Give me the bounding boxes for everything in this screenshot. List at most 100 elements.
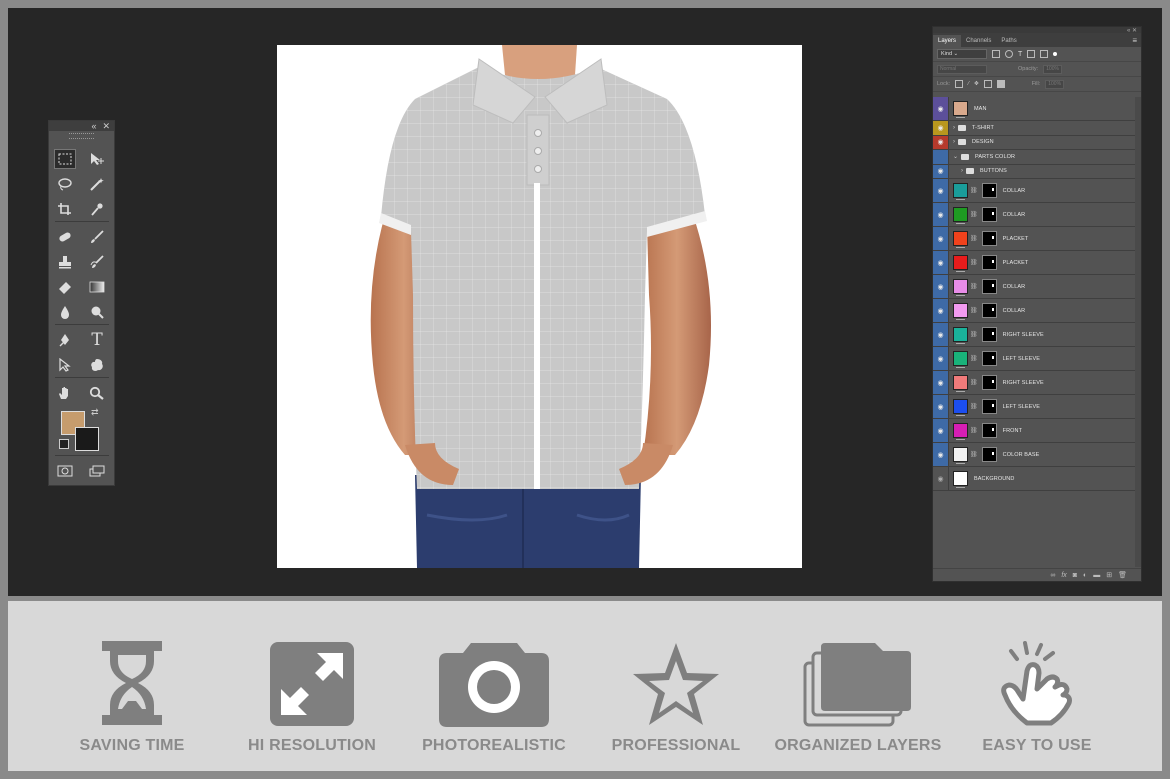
fill-input[interactable]: 100% bbox=[1045, 79, 1065, 89]
lock-transparent-icon[interactable] bbox=[955, 80, 964, 88]
layer-row[interactable]: ◉ ⛓ COLOR BASE bbox=[933, 443, 1137, 467]
visibility-eye-icon[interactable]: ◉ bbox=[933, 121, 949, 135]
mask-link-icon[interactable]: ⛓ bbox=[970, 427, 978, 434]
move-icon[interactable] bbox=[86, 149, 108, 169]
mask-link-icon[interactable]: ⛓ bbox=[970, 283, 978, 290]
kind-filter-select[interactable]: Kind ⌄ bbox=[937, 49, 987, 59]
layer-mask-thumbnail[interactable] bbox=[981, 207, 997, 222]
layer-row[interactable]: ◉ ⛓ LEFT SLEEVE bbox=[933, 347, 1137, 371]
mask-link-icon[interactable]: ⛓ bbox=[970, 403, 978, 410]
layer-row[interactable]: ◉ ⛓ COLLAR bbox=[933, 275, 1137, 299]
screen-mode-icon[interactable] bbox=[86, 461, 108, 481]
pen-icon[interactable] bbox=[54, 330, 76, 350]
lasso-icon[interactable] bbox=[54, 174, 76, 194]
document-canvas[interactable] bbox=[277, 45, 802, 568]
layer-mask-thumbnail[interactable] bbox=[981, 375, 997, 390]
visibility-eye-icon[interactable]: ◉ bbox=[933, 179, 949, 202]
layer-row[interactable]: ◉ BACKGROUND bbox=[933, 467, 1137, 491]
mask-link-icon[interactable]: ⛓ bbox=[970, 451, 978, 458]
visibility-eye-icon[interactable]: ◉ bbox=[933, 97, 949, 120]
layer-row[interactable]: ◉ ⛓ COLLAR bbox=[933, 203, 1137, 227]
blend-mode-select[interactable]: Normal bbox=[937, 64, 987, 74]
healing-brush-icon[interactable] bbox=[54, 227, 76, 247]
layer-row[interactable]: ◉ ⛓ FRONT bbox=[933, 419, 1137, 443]
layer-row[interactable]: ⌄ PARTS COLOR bbox=[933, 150, 1137, 165]
layer-row[interactable]: ◉ ⛓ RIGHT SLEEVE bbox=[933, 323, 1137, 347]
visibility-eye-icon[interactable]: ◉ bbox=[933, 299, 949, 322]
expand-closed-icon[interactable]: › bbox=[953, 139, 955, 145]
crop-icon[interactable] bbox=[54, 199, 76, 219]
gradient-icon[interactable] bbox=[86, 277, 108, 297]
filter-shape-icon[interactable] bbox=[1027, 50, 1036, 58]
layer-mask-thumbnail[interactable] bbox=[981, 351, 997, 366]
filter-type-icon[interactable]: T bbox=[1018, 51, 1022, 58]
layer-style-icon[interactable]: fx bbox=[1061, 572, 1066, 579]
layer-mask-thumbnail[interactable] bbox=[981, 399, 997, 414]
visibility-eye-icon[interactable]: ◉ bbox=[933, 371, 949, 394]
layer-mask-thumbnail[interactable] bbox=[981, 447, 997, 462]
mask-link-icon[interactable]: ⛓ bbox=[970, 307, 978, 314]
filter-smart-object-icon[interactable] bbox=[1040, 50, 1049, 58]
link-layers-icon[interactable]: ∞ bbox=[1050, 572, 1055, 579]
visibility-eye-icon[interactable] bbox=[933, 150, 949, 164]
filter-adjustment-icon[interactable] bbox=[1005, 50, 1013, 58]
collapse-icon[interactable]: « bbox=[91, 121, 96, 131]
expand-closed-icon[interactable]: › bbox=[961, 168, 963, 174]
clone-stamp-icon[interactable] bbox=[54, 252, 76, 272]
visibility-eye-icon[interactable]: ◉ bbox=[933, 251, 949, 274]
custom-shape-icon[interactable] bbox=[86, 355, 108, 375]
layer-mask-thumbnail[interactable] bbox=[981, 327, 997, 342]
layer-mask-thumbnail[interactable] bbox=[981, 279, 997, 294]
mask-link-icon[interactable]: ⛓ bbox=[970, 259, 978, 266]
visibility-eye-icon[interactable]: ◉ bbox=[933, 347, 949, 370]
visibility-eye-icon[interactable]: ◉ bbox=[933, 395, 949, 418]
mask-link-icon[interactable]: ⛓ bbox=[970, 355, 978, 362]
quick-mask-icon[interactable] bbox=[54, 461, 76, 481]
type-icon[interactable]: T bbox=[86, 330, 108, 350]
background-color-swatch[interactable] bbox=[75, 427, 99, 451]
visibility-eye-icon[interactable]: ◉ bbox=[933, 467, 949, 490]
eraser-icon[interactable] bbox=[54, 277, 76, 297]
opacity-input[interactable]: 100% bbox=[1043, 64, 1062, 74]
layer-row[interactable]: ◉ MAN bbox=[933, 97, 1137, 121]
visibility-eye-icon[interactable]: ◉ bbox=[933, 419, 949, 442]
mask-link-icon[interactable]: ⛓ bbox=[970, 187, 978, 194]
blur-icon[interactable] bbox=[54, 302, 76, 322]
expand-closed-icon[interactable]: › bbox=[953, 125, 955, 131]
layer-row[interactable]: ◉ ⛓ RIGHT SLEEVE bbox=[933, 371, 1137, 395]
dodge-icon[interactable] bbox=[86, 302, 108, 322]
rectangular-marquee-icon[interactable] bbox=[54, 149, 76, 169]
expand-open-icon[interactable]: ⌄ bbox=[953, 153, 958, 160]
filter-pixel-icon[interactable] bbox=[992, 50, 1000, 58]
lock-image-icon[interactable]: ⁄ bbox=[968, 81, 969, 87]
new-layer-icon[interactable]: ⊞ bbox=[1106, 571, 1112, 579]
visibility-eye-icon[interactable]: ◉ bbox=[933, 227, 949, 250]
add-mask-icon[interactable]: ◙ bbox=[1073, 572, 1077, 579]
layer-row[interactable]: ◉ ⛓ LEFT SLEEVE bbox=[933, 395, 1137, 419]
layer-mask-thumbnail[interactable] bbox=[981, 183, 997, 198]
visibility-eye-icon[interactable]: ◉ bbox=[933, 275, 949, 298]
lock-artboard-icon[interactable] bbox=[983, 80, 992, 88]
history-brush-icon[interactable] bbox=[86, 252, 108, 272]
brush-icon[interactable] bbox=[86, 227, 108, 247]
filter-toggle-icon[interactable] bbox=[1053, 52, 1058, 56]
layer-mask-thumbnail[interactable] bbox=[981, 231, 997, 246]
layer-row[interactable]: ◉ ⛓ COLLAR bbox=[933, 299, 1137, 323]
layer-row[interactable]: ◉ › DESIGN bbox=[933, 135, 1137, 150]
layers-scrollbar[interactable] bbox=[1135, 97, 1141, 567]
visibility-eye-icon[interactable]: ◉ bbox=[933, 135, 949, 149]
swap-colors-icon[interactable]: ⇄ bbox=[91, 407, 99, 418]
tab-paths[interactable]: Paths bbox=[996, 35, 1021, 47]
panel-grip[interactable] bbox=[69, 133, 94, 139]
layer-row[interactable]: ◉ › T-SHIRT bbox=[933, 121, 1137, 136]
visibility-eye-icon[interactable]: ◉ bbox=[933, 443, 949, 466]
magic-wand-icon[interactable] bbox=[86, 174, 108, 194]
delete-layer-icon[interactable]: 🗑 bbox=[1118, 571, 1127, 579]
layer-mask-thumbnail[interactable] bbox=[981, 303, 997, 318]
mask-link-icon[interactable]: ⛓ bbox=[970, 235, 978, 242]
eyedropper-icon[interactable] bbox=[86, 199, 108, 219]
adjustment-layer-icon[interactable]: ◐ bbox=[1083, 572, 1087, 579]
layer-row[interactable]: ◉ ⛓ COLLAR bbox=[933, 179, 1137, 203]
layer-mask-thumbnail[interactable] bbox=[981, 423, 997, 438]
close-icon[interactable]: ✕ bbox=[102, 121, 110, 131]
